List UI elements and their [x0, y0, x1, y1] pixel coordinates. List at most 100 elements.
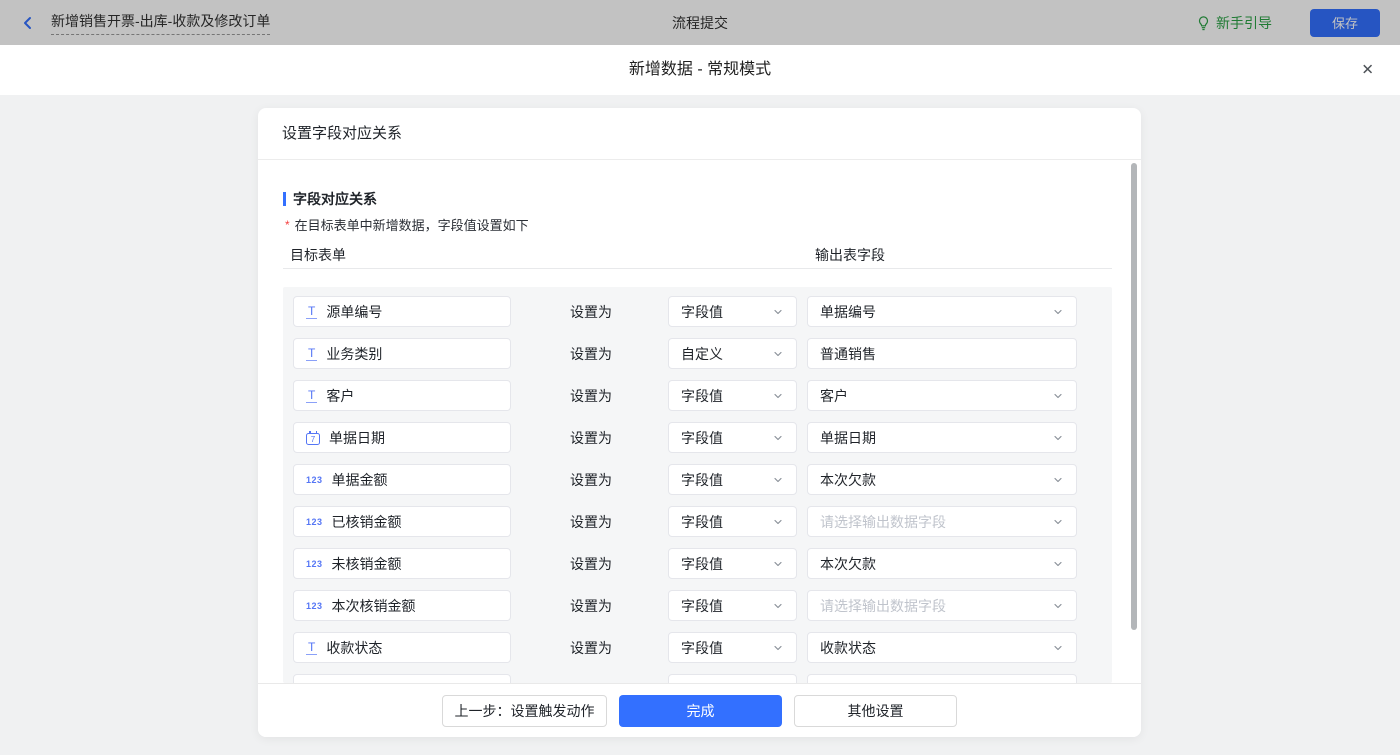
column-header-divider: [283, 268, 1112, 269]
target-field-box[interactable]: T 业务类别: [293, 338, 511, 369]
target-field-box[interactable]: T 收款状态: [293, 632, 511, 663]
output-field-text: 本次欠款: [820, 554, 1052, 574]
target-field-label: 单据日期: [329, 428, 385, 448]
field-type-text-icon: T: [306, 305, 317, 319]
chevron-down-icon: [772, 390, 784, 402]
output-field-select[interactable]: 请选择输出数据字段: [807, 506, 1077, 537]
chevron-down-icon: [1052, 642, 1064, 654]
value-mode-select[interactable]: 字段值: [668, 422, 797, 453]
value-mode-text: 字段值: [681, 512, 772, 532]
field-type-number-icon: 123: [306, 559, 323, 569]
flow-title[interactable]: 新增销售开票-出库-收款及修改订单: [51, 11, 270, 35]
target-field-box[interactable]: 123 本次核销金额: [293, 590, 511, 621]
target-field-label: 已核销金额: [332, 512, 402, 532]
value-mode-text: 字段值: [681, 302, 772, 322]
field-mapping-row: 123 未核销金额 设置为 字段值 本次欠款: [293, 548, 1112, 579]
target-field-box[interactable]: 123 已核销金额: [293, 506, 511, 537]
chevron-down-icon: [772, 642, 784, 654]
field-type-text-icon: T: [306, 347, 317, 361]
value-mode-text: 自定义: [681, 344, 772, 364]
value-mode-select[interactable]: 字段值: [668, 548, 797, 579]
chevron-down-icon: [1052, 516, 1064, 528]
mapping-note: *在目标表单中新增数据，字段值设置如下: [285, 215, 529, 234]
value-mode-text: 字段值: [681, 596, 772, 616]
chevron-down-icon: [772, 432, 784, 444]
value-mode-select[interactable]: 字段值: [668, 464, 797, 495]
value-mode-select[interactable]: 字段值: [668, 632, 797, 663]
field-type-text-icon: T: [306, 389, 317, 403]
scrollbar[interactable]: [1131, 163, 1137, 630]
value-mode-text: 字段值: [681, 386, 772, 406]
modal-header: 新增数据 - 常规模式 ✕: [0, 45, 1400, 95]
target-field-box[interactable]: 123 未核销金额: [293, 548, 511, 579]
output-field-text: 请选择输出数据字段: [820, 596, 1052, 616]
close-icon[interactable]: ✕: [1361, 63, 1374, 78]
top-bar: 新增销售开票-出库-收款及修改订单 流程提交 新手引导 保存: [0, 0, 1400, 45]
value-mode-select[interactable]: 自定义: [668, 338, 797, 369]
value-mode-select[interactable]: 字段值: [668, 590, 797, 621]
rows-panel: T 源单编号 设置为 字段值 单据编号 T 业务类别 设置为 自定义: [283, 287, 1112, 683]
field-type-date-icon: 7: [306, 433, 320, 445]
output-field-select[interactable]: 收款状态: [807, 632, 1077, 663]
output-field-select[interactable]: 请选择输出数据字段: [807, 590, 1077, 621]
back-button[interactable]: [20, 15, 36, 31]
flow-submit-label: 流程提交: [672, 13, 728, 33]
output-field-text: 客户: [820, 386, 1052, 406]
chevron-down-icon: [1052, 558, 1064, 570]
output-field-text: 单据编号: [820, 302, 1052, 322]
target-field-box[interactable]: [293, 674, 511, 683]
field-mapping-row: T 收款状态 设置为 字段值 收款状态: [293, 632, 1112, 663]
chevron-down-icon: [1052, 474, 1064, 486]
card-title: 设置字段对应关系: [258, 108, 1141, 160]
field-mapping-row: 7 单据日期 设置为 字段值 单据日期: [293, 422, 1112, 453]
chevron-down-icon: [772, 558, 784, 570]
output-field-select[interactable]: [807, 674, 1077, 683]
target-field-label: 未核销金额: [332, 554, 402, 574]
value-mode-text: 字段值: [681, 638, 772, 658]
field-mapping-row: [293, 674, 1112, 683]
value-mode-select[interactable]: 字段值: [668, 506, 797, 537]
field-type-text-icon: T: [306, 641, 317, 655]
other-settings-button[interactable]: 其他设置: [794, 695, 957, 727]
chevron-down-icon: [772, 600, 784, 612]
chevron-down-icon: [772, 516, 784, 528]
save-button[interactable]: 保存: [1310, 9, 1380, 37]
target-field-box[interactable]: T 客户: [293, 380, 511, 411]
output-field-text: 普通销售: [820, 344, 1064, 364]
target-field-label: 源单编号: [326, 302, 382, 322]
modal-title: 新增数据 - 常规模式: [0, 45, 1400, 95]
value-mode-text: 字段值: [681, 554, 772, 574]
target-field-box[interactable]: 123 单据金额: [293, 464, 511, 495]
set-as-label: 设置为: [570, 638, 612, 658]
field-mapping-row: T 客户 设置为 字段值 客户: [293, 380, 1112, 411]
beginner-guide-button[interactable]: 新手引导: [1196, 13, 1272, 33]
set-as-label: 设置为: [570, 344, 612, 364]
output-field-select[interactable]: 本次欠款: [807, 464, 1077, 495]
target-field-label: 单据金额: [332, 470, 388, 490]
output-field-select[interactable]: 单据编号: [807, 296, 1077, 327]
output-field-text: 单据日期: [820, 428, 1052, 448]
prev-step-button[interactable]: 上一步：设置触发动作: [442, 695, 607, 727]
set-as-label: 设置为: [570, 302, 612, 322]
output-field-select[interactable]: 本次欠款: [807, 548, 1077, 579]
chevron-down-icon: [1052, 432, 1064, 444]
value-mode-select[interactable]: 字段值: [668, 296, 797, 327]
value-mode-select[interactable]: 字段值: [668, 380, 797, 411]
value-mode-text: 字段值: [681, 428, 772, 448]
chevron-down-icon: [772, 348, 784, 360]
field-type-number-icon: 123: [306, 475, 323, 485]
value-mode-select[interactable]: [668, 674, 797, 683]
output-field-text: 收款状态: [820, 638, 1052, 658]
target-field-label: 收款状态: [326, 638, 382, 658]
output-field-select[interactable]: 客户: [807, 380, 1077, 411]
chevron-down-icon: [1052, 390, 1064, 402]
column-header-target-form: 目标表单: [290, 245, 346, 265]
field-mapping-card: 设置字段对应关系 字段对应关系 *在目标表单中新增数据，字段值设置如下 目标表单…: [258, 108, 1141, 737]
output-field-select[interactable]: 普通销售: [807, 338, 1077, 369]
target-field-box[interactable]: 7 单据日期: [293, 422, 511, 453]
target-field-box[interactable]: T 源单编号: [293, 296, 511, 327]
modal-body: 设置字段对应关系 字段对应关系 *在目标表单中新增数据，字段值设置如下 目标表单…: [0, 95, 1400, 755]
output-field-select[interactable]: 单据日期: [807, 422, 1077, 453]
set-as-label: 设置为: [570, 470, 612, 490]
done-button[interactable]: 完成: [619, 695, 782, 727]
